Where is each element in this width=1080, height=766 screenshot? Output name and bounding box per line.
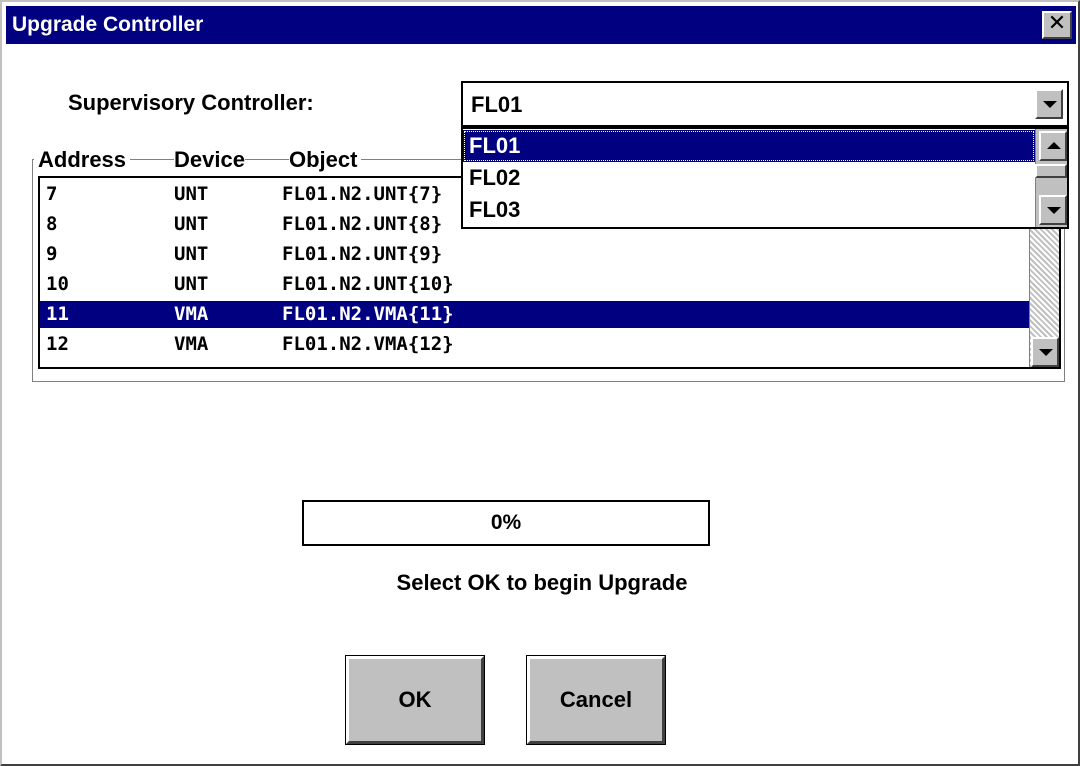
address-cell: 9 — [46, 243, 58, 265]
device-cell: UNT — [174, 243, 209, 265]
ok-button[interactable]: OK — [345, 655, 485, 745]
scroll-down-icon — [1039, 349, 1053, 356]
address-cell: 12 — [46, 333, 69, 355]
dropdown-scroll-up-button[interactable] — [1039, 131, 1067, 161]
title-bar[interactable]: Upgrade Controller ✕ — [6, 6, 1076, 44]
close-icon: ✕ — [1047, 11, 1067, 36]
upgrade-progress-bar: 0% — [302, 500, 710, 546]
table-row[interactable]: 10 UNT FL01.N2.UNT{10} — [40, 271, 1030, 298]
address-cell: 11 — [46, 303, 69, 325]
address-cell: 8 — [46, 213, 58, 235]
combo-dropdown-button[interactable] — [1035, 89, 1063, 119]
dropdown-option[interactable]: FL02 — [463, 162, 1035, 194]
table-row[interactable]: 9 UNT FL01.N2.UNT{9} — [40, 241, 1030, 268]
address-cell: 7 — [46, 183, 58, 205]
dropdown-vertical-scrollbar[interactable] — [1035, 129, 1067, 227]
scroll-down-icon — [1047, 207, 1061, 214]
object-cell: FL01.N2.VMA{12} — [282, 333, 454, 355]
supervisory-controller-combo[interactable]: FL01 — [461, 81, 1069, 127]
table-row[interactable]: 11 VMA FL01.N2.VMA{11} — [40, 301, 1030, 328]
device-cell: VMA — [174, 303, 209, 325]
combo-value: FL01 — [471, 92, 523, 117]
upgrade-controller-dialog: Upgrade Controller ✕ Supervisory Control… — [0, 0, 1080, 766]
device-cell: UNT — [174, 183, 209, 205]
scroll-up-icon — [1047, 142, 1061, 149]
address-cell: 10 — [46, 273, 69, 295]
device-cell: VMA — [174, 333, 209, 355]
table-row[interactable]: 12 VMA FL01.N2.VMA{12} — [40, 331, 1030, 358]
column-header-device: Device — [174, 147, 245, 173]
dropdown-scroll-thumb[interactable] — [1035, 164, 1067, 178]
object-cell: FL01.N2.VMA{11} — [282, 303, 454, 325]
device-cell: UNT — [174, 273, 209, 295]
list-scroll-down-button[interactable] — [1031, 337, 1059, 367]
progress-percent-text: 0% — [490, 511, 522, 534]
dropdown-option[interactable]: FL01 — [463, 130, 1035, 162]
object-cell: FL01.N2.UNT{7} — [282, 183, 443, 205]
supervisory-controller-label: Supervisory Controller: — [68, 90, 314, 115]
column-header-address: Address — [34, 147, 131, 173]
window-title: Upgrade Controller — [12, 13, 204, 36]
chevron-down-icon — [1043, 101, 1057, 108]
dropdown-option[interactable]: FL03 — [463, 194, 1035, 226]
dropdown-scroll-down-button[interactable] — [1039, 195, 1067, 225]
supervisory-controller-dropdown-list[interactable]: FL01 FL02 FL03 — [461, 127, 1069, 229]
close-button[interactable]: ✕ — [1042, 11, 1072, 39]
cancel-button[interactable]: Cancel — [526, 655, 666, 745]
column-header-object: Object — [289, 147, 362, 173]
object-cell: FL01.N2.UNT{8} — [282, 213, 443, 235]
status-message: Select OK to begin Upgrade — [396, 570, 688, 595]
object-cell: FL01.N2.UNT{9} — [282, 243, 443, 265]
device-cell: UNT — [174, 213, 209, 235]
object-cell: FL01.N2.UNT{10} — [282, 273, 454, 295]
